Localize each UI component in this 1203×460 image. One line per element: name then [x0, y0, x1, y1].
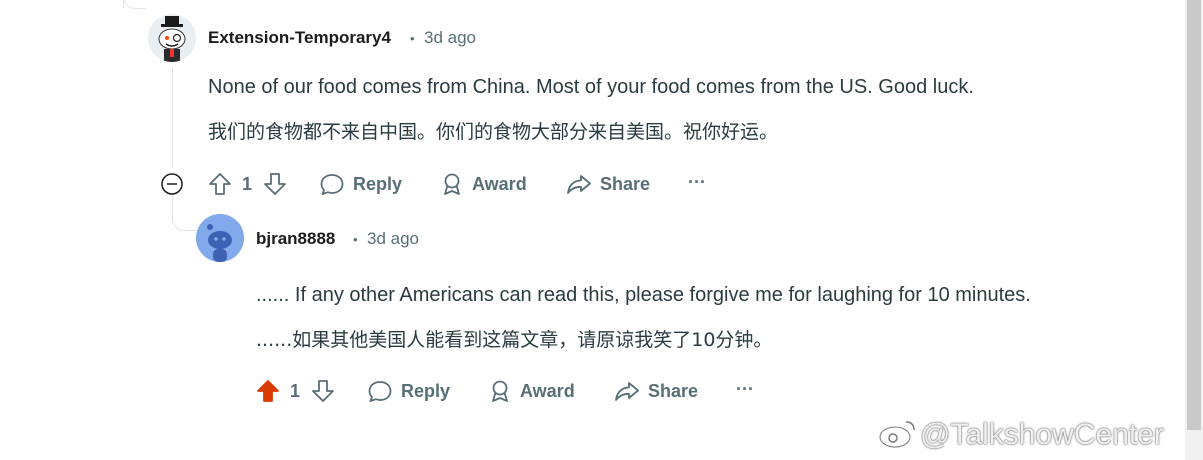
separator-dot: • [353, 232, 358, 247]
upvote-arrow-icon [257, 380, 279, 402]
scrollbar-track[interactable] [1185, 0, 1203, 460]
comment-timestamp[interactable]: 3d ago [367, 229, 419, 249]
comment-timestamp[interactable]: 3d ago [424, 28, 476, 48]
comment-bubble-icon [320, 174, 344, 195]
weibo-logo-icon [878, 418, 918, 455]
thread-curve-top [123, 0, 146, 9]
award-button[interactable]: Award [440, 172, 527, 196]
award-button[interactable]: Award [488, 379, 575, 403]
share-label: Share [648, 380, 699, 401]
comment-author[interactable]: Extension-Temporary4 [208, 28, 391, 48]
vote-count: 1 [242, 174, 253, 194]
share-arrow-icon [567, 175, 591, 194]
collapse-button[interactable] [161, 173, 183, 195]
reply-label: Reply [353, 173, 403, 194]
collapse-minus-icon [161, 173, 183, 195]
comment-text-en: None of our food comes from China. Most … [208, 76, 974, 98]
thread-line-comment1 [172, 68, 173, 168]
reply-button[interactable]: Reply [319, 172, 402, 196]
comment-text-zh: ......如果其他美国人能看到这篇文章，请原谅我笑了10分钟。 [256, 329, 773, 351]
watermark-text: @TalkshowCenter [920, 418, 1164, 451]
upvote-button[interactable] [207, 171, 233, 197]
snoo-avatar-icon [196, 214, 244, 262]
share-arrow-icon [615, 382, 639, 401]
upvote-button[interactable] [255, 378, 281, 404]
award-medal-icon [444, 173, 460, 195]
award-label: Award [472, 173, 527, 194]
more-options-button[interactable]: ··· [736, 379, 754, 400]
share-button[interactable]: Share [614, 379, 698, 403]
downvote-button[interactable] [262, 171, 288, 197]
separator-dot: • [410, 31, 415, 46]
comment-text-zh: 我们的食物都不来自中国。你们的食物大部分来自美国。祝你好运。 [208, 121, 779, 143]
comment-text-en: ...... If any other Americans can read t… [256, 284, 1031, 306]
downvote-arrow-icon [264, 173, 286, 195]
thread-curve-reply [172, 196, 197, 231]
reply-label: Reply [401, 380, 451, 401]
snoo-avatar-icon [148, 14, 196, 62]
share-button[interactable]: Share [566, 172, 650, 196]
more-options-button[interactable]: ··· [688, 172, 706, 193]
vote-count: 1 [290, 381, 301, 401]
upvote-arrow-icon [209, 173, 231, 195]
share-label: Share [600, 173, 651, 194]
avatar[interactable] [148, 14, 196, 62]
award-label: Award [520, 380, 575, 401]
scrollbar-thumb[interactable] [1187, 0, 1201, 430]
downvote-arrow-icon [312, 380, 334, 402]
comment-author[interactable]: bjran8888 [256, 229, 335, 249]
comment-bubble-icon [368, 381, 392, 402]
award-medal-icon [492, 380, 508, 402]
avatar[interactable] [196, 214, 244, 262]
reply-button[interactable]: Reply [367, 379, 450, 403]
downvote-button[interactable] [310, 378, 336, 404]
